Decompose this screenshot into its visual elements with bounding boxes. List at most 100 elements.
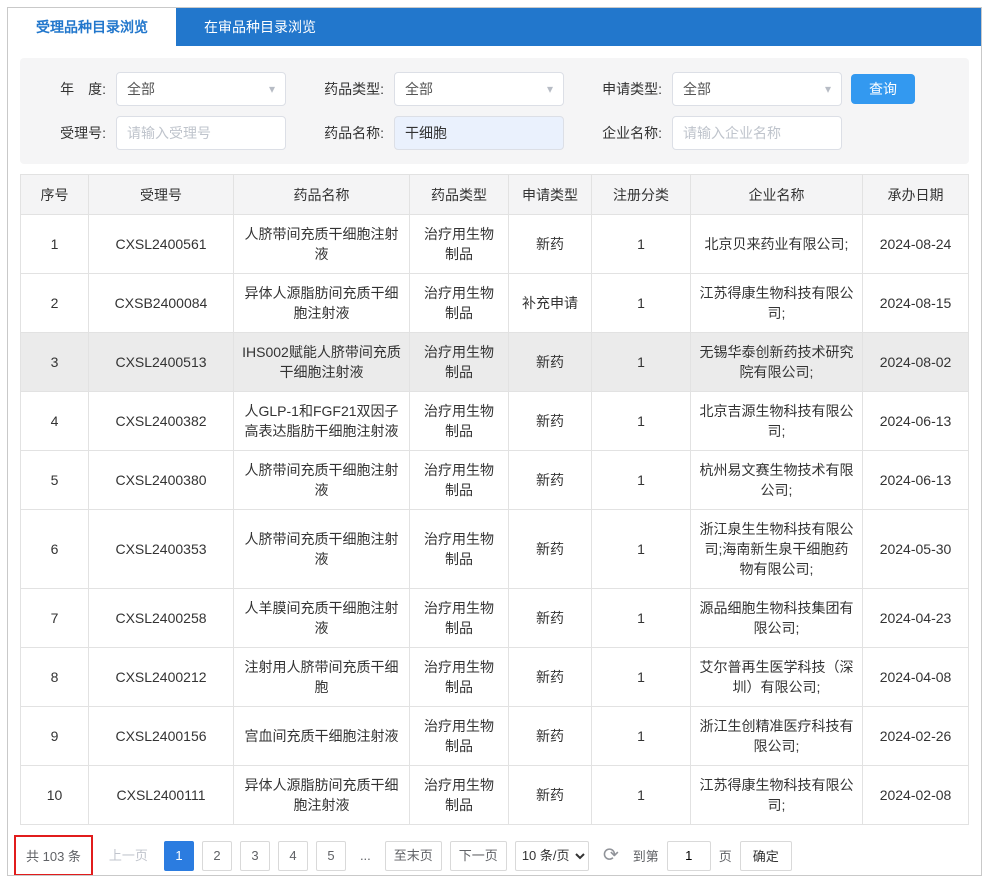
table-row[interactable]: 1CXSL2400561人脐带间充质干细胞注射液治疗用生物制品新药1北京贝来药业… bbox=[21, 215, 969, 274]
cell-date: 2024-04-23 bbox=[863, 589, 969, 648]
page-button-2[interactable]: 2 bbox=[202, 841, 232, 871]
cell-apply-type: 新药 bbox=[509, 392, 592, 451]
table-row[interactable]: 4CXSL2400382人GLP-1和FGF21双因子高表达脂肪干细胞注射液治疗… bbox=[21, 392, 969, 451]
cell-drug-name: 异体人源脂肪间充质干细胞注射液 bbox=[234, 274, 410, 333]
cell-drug-name: 人脐带间充质干细胞注射液 bbox=[234, 510, 410, 589]
cell-company: 艾尔普再生医学科技（深圳）有限公司; bbox=[691, 648, 863, 707]
cell-acceptance-no: CXSB2400084 bbox=[89, 274, 234, 333]
page-button-1[interactable]: 1 bbox=[164, 841, 194, 871]
jump-to-label: 到第 bbox=[633, 846, 659, 865]
filter-panel: 年 度: 全部 ▾ 药品类型: 全部 ▾ 申请类型: 全部 ▾ bbox=[20, 58, 969, 164]
column-header: 承办日期 bbox=[863, 175, 969, 215]
cell-apply-type: 新药 bbox=[509, 648, 592, 707]
confirm-button[interactable]: 确定 bbox=[740, 841, 792, 871]
cell-drug-name: 宫血间充质干细胞注射液 bbox=[234, 707, 410, 766]
cell-reg-category: 1 bbox=[592, 274, 691, 333]
table-row[interactable]: 7CXSL2400258人羊膜间充质干细胞注射液治疗用生物制品新药1源品细胞生物… bbox=[21, 589, 969, 648]
cell-acceptance-no: CXSL2400561 bbox=[89, 215, 234, 274]
cell-apply-type: 新药 bbox=[509, 766, 592, 825]
cell-apply-type: 新药 bbox=[509, 707, 592, 766]
cell-reg-category: 1 bbox=[592, 707, 691, 766]
cell-apply-type: 新药 bbox=[509, 510, 592, 589]
column-header: 企业名称 bbox=[691, 175, 863, 215]
cell-drug-type: 治疗用生物制品 bbox=[410, 451, 509, 510]
table-body: 1CXSL2400561人脐带间充质干细胞注射液治疗用生物制品新药1北京贝来药业… bbox=[21, 215, 969, 825]
cell-no: 7 bbox=[21, 589, 89, 648]
cell-acceptance-no: CXSL2400382 bbox=[89, 392, 234, 451]
cell-date: 2024-06-13 bbox=[863, 392, 969, 451]
ellipsis: ... bbox=[354, 848, 377, 863]
prev-page-button[interactable]: 上一页 bbox=[101, 841, 156, 871]
page-button-4[interactable]: 4 bbox=[278, 841, 308, 871]
cell-reg-category: 1 bbox=[592, 451, 691, 510]
cell-acceptance-no: CXSL2400513 bbox=[89, 333, 234, 392]
cell-date: 2024-05-30 bbox=[863, 510, 969, 589]
cell-no: 5 bbox=[21, 451, 89, 510]
company-name-label: 企业名称: bbox=[586, 123, 662, 143]
cell-company: 江苏得康生物科技有限公司; bbox=[691, 274, 863, 333]
per-page-select[interactable]: 10 条/页 bbox=[515, 841, 589, 871]
cell-acceptance-no: CXSL2400258 bbox=[89, 589, 234, 648]
filter-row-1: 年 度: 全部 ▾ 药品类型: 全部 ▾ 申请类型: 全部 ▾ bbox=[30, 72, 969, 106]
tab-in-review-varieties[interactable]: 在审品种目录浏览 bbox=[176, 8, 344, 46]
cell-date: 2024-06-13 bbox=[863, 451, 969, 510]
last-page-button[interactable]: 至末页 bbox=[385, 841, 442, 871]
cell-drug-type: 治疗用生物制品 bbox=[410, 589, 509, 648]
cell-acceptance-no: CXSL2400380 bbox=[89, 451, 234, 510]
cell-company: 浙江生创精准医疗科技有限公司; bbox=[691, 707, 863, 766]
year-select[interactable]: 全部 ▾ bbox=[116, 72, 286, 106]
search-button[interactable]: 查询 bbox=[851, 74, 915, 104]
cell-company: 北京贝来药业有限公司; bbox=[691, 215, 863, 274]
cell-date: 2024-08-02 bbox=[863, 333, 969, 392]
acceptance-no-label: 受理号: bbox=[30, 123, 106, 143]
column-header: 申请类型 bbox=[509, 175, 592, 215]
year-label: 年 度: bbox=[30, 79, 106, 99]
cell-drug-name: IHS002赋能人脐带间充质干细胞注射液 bbox=[234, 333, 410, 392]
cell-company: 无锡华泰创新药技术研究院有限公司; bbox=[691, 333, 863, 392]
chevron-down-icon: ▾ bbox=[547, 82, 553, 96]
table-row[interactable]: 9CXSL2400156宫血间充质干细胞注射液治疗用生物制品新药1浙江生创精准医… bbox=[21, 707, 969, 766]
drug-type-label: 药品类型: bbox=[308, 79, 384, 99]
drug-name-input[interactable] bbox=[394, 116, 564, 150]
next-page-button[interactable]: 下一页 bbox=[450, 841, 507, 871]
cell-reg-category: 1 bbox=[592, 392, 691, 451]
cell-no: 10 bbox=[21, 766, 89, 825]
cell-company: 北京吉源生物科技有限公司; bbox=[691, 392, 863, 451]
tab-bar: 受理品种目录浏览 在审品种目录浏览 bbox=[8, 8, 981, 46]
jump-page-input[interactable] bbox=[667, 841, 711, 871]
cell-reg-category: 1 bbox=[592, 333, 691, 392]
column-header: 序号 bbox=[21, 175, 89, 215]
cell-company: 源品细胞生物科技集团有限公司; bbox=[691, 589, 863, 648]
page-button-5[interactable]: 5 bbox=[316, 841, 346, 871]
apply-type-select-value: 全部 bbox=[683, 79, 711, 99]
table-row[interactable]: 2CXSB2400084异体人源脂肪间充质干细胞注射液治疗用生物制品补充申请1江… bbox=[21, 274, 969, 333]
cell-apply-type: 补充申请 bbox=[509, 274, 592, 333]
table-row[interactable]: 3CXSL2400513IHS002赋能人脐带间充质干细胞注射液治疗用生物制品新… bbox=[21, 333, 969, 392]
results-table-container: 序号受理号药品名称药品类型申请类型注册分类企业名称承办日期 1CXSL24005… bbox=[20, 174, 969, 825]
table-row[interactable]: 8CXSL2400212注射用人脐带间充质干细胞治疗用生物制品新药1艾尔普再生医… bbox=[21, 648, 969, 707]
cell-company: 浙江泉生生物科技有限公司;海南新生泉干细胞药物有限公司; bbox=[691, 510, 863, 589]
cell-no: 9 bbox=[21, 707, 89, 766]
results-table: 序号受理号药品名称药品类型申请类型注册分类企业名称承办日期 1CXSL24005… bbox=[20, 174, 969, 825]
drug-type-select-value: 全部 bbox=[405, 79, 433, 99]
table-row[interactable]: 6CXSL2400353人脐带间充质干细胞注射液治疗用生物制品新药1浙江泉生生物… bbox=[21, 510, 969, 589]
cell-drug-name: 注射用人脐带间充质干细胞 bbox=[234, 648, 410, 707]
pagination-bar: 共 103 条 上一页 12345 ... 至末页 下一页 10 条/页 ⟳ 到… bbox=[14, 835, 969, 876]
drug-name-label: 药品名称: bbox=[308, 123, 384, 143]
acceptance-no-input[interactable] bbox=[116, 116, 286, 150]
drug-type-select[interactable]: 全部 ▾ bbox=[394, 72, 564, 106]
cell-company: 杭州易文赛生物技术有限公司; bbox=[691, 451, 863, 510]
table-row[interactable]: 10CXSL2400111异体人源脂肪间充质干细胞注射液治疗用生物制品新药1江苏… bbox=[21, 766, 969, 825]
column-header: 药品名称 bbox=[234, 175, 410, 215]
tab-accepted-varieties[interactable]: 受理品种目录浏览 bbox=[8, 8, 176, 46]
refresh-icon[interactable]: ⟳ bbox=[603, 846, 619, 865]
apply-type-select[interactable]: 全部 ▾ bbox=[672, 72, 842, 106]
apply-type-label: 申请类型: bbox=[586, 79, 662, 99]
table-row[interactable]: 5CXSL2400380人脐带间充质干细胞注射液治疗用生物制品新药1杭州易文赛生… bbox=[21, 451, 969, 510]
cell-drug-name: 异体人源脂肪间充质干细胞注射液 bbox=[234, 766, 410, 825]
page-button-3[interactable]: 3 bbox=[240, 841, 270, 871]
cell-date: 2024-08-15 bbox=[863, 274, 969, 333]
company-name-input[interactable] bbox=[672, 116, 842, 150]
cell-no: 1 bbox=[21, 215, 89, 274]
cell-drug-name: 人脐带间充质干细胞注射液 bbox=[234, 451, 410, 510]
